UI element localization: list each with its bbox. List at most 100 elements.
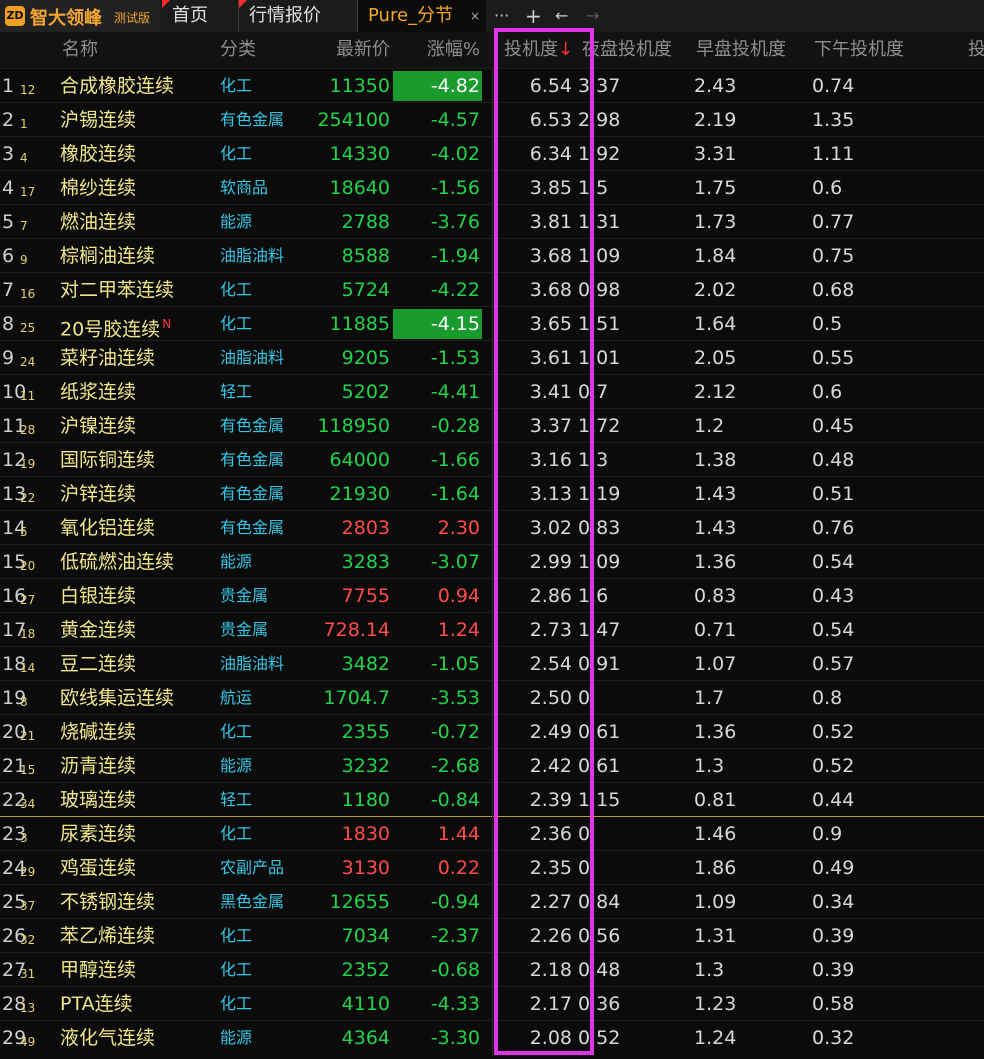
- add-tab-icon[interactable]: +: [525, 0, 542, 32]
- afternoon-speculation-cell: 0.6: [812, 381, 843, 403]
- category-cell: 有色金属: [220, 484, 285, 503]
- afternoon-speculation-cell: 0.9: [812, 823, 843, 845]
- contract-name: 橡胶连续: [60, 137, 136, 171]
- category-cell: 能源: [220, 1028, 253, 1047]
- price-cell: 4110: [341, 993, 390, 1015]
- tab-close-icon[interactable]: ×: [470, 0, 480, 32]
- category-cell: 轻工: [220, 382, 253, 401]
- afternoon-speculation-cell: 0.5: [812, 313, 843, 335]
- price-cell: 3482: [341, 653, 390, 675]
- contract-name-text: 玻璃连续: [60, 789, 137, 811]
- speculation-cell: 3.16: [529, 449, 572, 471]
- contract-name-text: 液化气连续: [60, 1027, 156, 1049]
- back-arrow-icon[interactable]: ←: [555, 0, 568, 32]
- tab-home[interactable]: 首页: [162, 0, 238, 32]
- contract-name: 甲醇连续: [60, 953, 136, 987]
- morning-speculation-cell: 1.23: [694, 993, 737, 1015]
- night-speculation-cell: 0: [578, 823, 591, 845]
- tab-marker-icon: [162, 0, 170, 8]
- price-cell: 3283: [341, 551, 390, 573]
- column-header-night[interactable]: 夜盘投机度: [582, 32, 672, 68]
- change-cell: -1.94: [430, 245, 480, 267]
- afternoon-speculation-cell: 0.51: [812, 483, 855, 505]
- speculation-cell: 2.73: [529, 619, 572, 641]
- change-cell: -0.84: [430, 789, 480, 811]
- night-speculation-cell: 1.3: [578, 449, 609, 471]
- column-header-category[interactable]: 分类: [220, 32, 256, 68]
- column-header-morning[interactable]: 早盘投机度: [696, 32, 786, 68]
- contract-name: 沥青连续: [60, 749, 136, 783]
- night-speculation-cell: 0.84: [578, 891, 621, 913]
- night-speculation-cell: 1.09: [578, 551, 621, 573]
- speculation-cell: 3.81: [529, 211, 572, 233]
- price-cell: 8588: [341, 245, 390, 267]
- category-cell: 化工: [220, 926, 253, 945]
- more-icon[interactable]: ···: [494, 0, 509, 32]
- contract-name: 沪锌连续: [60, 477, 136, 511]
- price-cell: 2355: [341, 721, 390, 743]
- tab-pure-section[interactable]: Pure_分节: [358, 0, 486, 32]
- category-cell: 轻工: [220, 790, 253, 809]
- column-header-afternoon[interactable]: 下午投机度: [814, 32, 904, 68]
- afternoon-speculation-cell: 0.76: [812, 517, 855, 539]
- night-speculation-cell: 0.61: [578, 755, 621, 777]
- price-cell: 118950: [317, 415, 390, 437]
- contract-name: 沪锡连续: [60, 103, 136, 137]
- price-cell: 2803: [341, 517, 390, 539]
- morning-speculation-cell: 2.02: [694, 279, 737, 301]
- column-label: 投机度: [504, 39, 558, 60]
- column-header-change[interactable]: 涨幅%: [427, 32, 480, 68]
- morning-speculation-cell: 1.75: [694, 177, 737, 199]
- night-speculation-cell: 2.98: [578, 109, 621, 131]
- morning-speculation-cell: 1.36: [694, 551, 737, 573]
- column-header-speculation[interactable]: 投机度↓: [504, 32, 573, 68]
- speculation-cell: 3.68: [529, 245, 572, 267]
- morning-speculation-cell: 1.86: [694, 857, 737, 879]
- category-cell: 农副产品: [220, 858, 285, 877]
- column-header-more[interactable]: 投: [968, 32, 984, 68]
- morning-speculation-cell: 2.19: [694, 109, 737, 131]
- contract-name-text: 沪镍连续: [60, 415, 137, 437]
- speculation-cell: 2.17: [529, 993, 572, 1015]
- price-cell: 21930: [329, 483, 390, 505]
- price-cell: 1180: [341, 789, 390, 811]
- category-cell: 贵金属: [220, 586, 269, 605]
- morning-speculation-cell: 1.73: [694, 211, 737, 233]
- contract-name: 不锈钢连续: [60, 885, 155, 919]
- speculation-cell: 2.08: [529, 1027, 572, 1049]
- contract-name: 燃油连续: [60, 205, 136, 239]
- sort-desc-icon: ↓: [558, 39, 574, 60]
- night-speculation-cell: 1.15: [578, 789, 621, 811]
- tab-quotes[interactable]: 行情报价: [239, 0, 357, 32]
- speculation-cell: 2.36: [529, 823, 572, 845]
- afternoon-speculation-cell: 0.57: [812, 653, 855, 675]
- change-cell: 0.22: [437, 857, 480, 879]
- column-header-price[interactable]: 最新价: [336, 32, 390, 68]
- app-logo: ZD 智大领峰 测试版: [0, 0, 160, 32]
- afternoon-speculation-cell: 1.35: [812, 109, 855, 131]
- forward-arrow-icon[interactable]: →: [586, 0, 599, 32]
- contract-name: 沪镍连续: [60, 409, 136, 443]
- change-cell: -0.68: [430, 959, 480, 981]
- night-speculation-cell: 1.01: [578, 347, 621, 369]
- change-cell: -0.72: [430, 721, 480, 743]
- contract-name: 氧化铝连续: [60, 511, 155, 545]
- tab-label: 行情报价: [249, 5, 321, 26]
- contract-name: 低硫燃油连续: [60, 545, 174, 579]
- category-cell: 黑色金属: [220, 892, 285, 911]
- contract-name: 鸡蛋连续: [60, 851, 136, 885]
- morning-speculation-cell: 1.31: [694, 925, 737, 947]
- column-header-name[interactable]: 名称: [62, 32, 98, 68]
- speculation-cell: 3.61: [529, 347, 572, 369]
- price-cell: 1704.7: [323, 687, 390, 709]
- change-cell: 0.94: [437, 585, 480, 607]
- contract-name: 烧碱连续: [60, 715, 136, 749]
- morning-speculation-cell: 1.2: [694, 415, 725, 437]
- contract-name-text: 棉纱连续: [60, 177, 137, 199]
- morning-speculation-cell: 1.43: [694, 483, 737, 505]
- price-cell: 64000: [329, 449, 390, 471]
- speculation-cell: 2.39: [529, 789, 572, 811]
- afternoon-speculation-cell: 0.45: [812, 415, 855, 437]
- afternoon-speculation-cell: 0.77: [812, 211, 855, 233]
- contract-name-text: 低硫燃油连续: [60, 551, 175, 573]
